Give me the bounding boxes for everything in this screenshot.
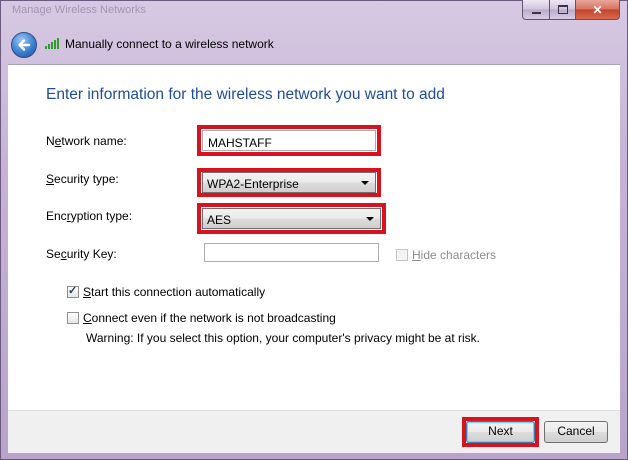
start-automatically-label: Start this connection automatically — [83, 285, 266, 299]
security-type-value: WPA2-Enterprise — [207, 177, 299, 191]
start-automatically-checkbox[interactable]: ✓ — [67, 285, 79, 298]
minimize-icon — [531, 11, 541, 14]
maximize-button[interactable] — [550, 0, 576, 20]
minimize-button[interactable] — [522, 0, 550, 20]
window-frame: Manage Wireless Networks ✕ Manually conn… — [0, 0, 628, 460]
security-type-label: Security type: — [46, 172, 119, 186]
security-type-dropdown[interactable]: WPA2-Enterprise — [202, 172, 376, 193]
encryption-type-value: AES — [207, 213, 232, 227]
connect-even-checkbox[interactable] — [67, 312, 79, 324]
back-arrow-icon — [18, 39, 31, 51]
chevron-down-icon — [366, 217, 374, 221]
privacy-warning: Warning: If you select this option, your… — [86, 331, 481, 345]
back-button[interactable] — [11, 32, 37, 58]
instruction-heading: Enter information for the wireless netwo… — [46, 86, 445, 103]
hide-characters-label: Hide characters — [412, 248, 497, 262]
dialog-title: Manually connect to a wireless network — [65, 37, 274, 51]
wireless-signal-icon — [45, 38, 59, 49]
button-bar: Next Cancel — [8, 410, 620, 453]
checkmark-icon: ✓ — [68, 285, 78, 297]
content-panel: Enter information for the wireless netwo… — [8, 64, 620, 411]
security-key-input[interactable] — [204, 243, 379, 262]
maximize-icon — [557, 5, 568, 14]
close-icon: ✕ — [592, 2, 603, 17]
encryption-type-dropdown[interactable]: AES — [202, 208, 381, 229]
connect-even-label: Connect even if the network is not broad… — [83, 311, 336, 325]
security-key-label: Security Key: — [46, 247, 117, 261]
network-name-label: Network name: — [46, 134, 127, 148]
next-button[interactable]: Next — [466, 421, 535, 443]
close-button[interactable]: ✕ — [576, 0, 620, 20]
cancel-button[interactable]: Cancel — [544, 421, 608, 443]
network-name-input[interactable]: MAHSTAFF — [202, 130, 376, 151]
encryption-type-label: Encryption type: — [46, 209, 133, 223]
chevron-down-icon — [361, 181, 369, 185]
hide-characters-checkbox[interactable] — [396, 249, 408, 261]
frame-title: Manage Wireless Networks — [12, 4, 146, 16]
window-controls: ✕ — [522, 0, 620, 20]
